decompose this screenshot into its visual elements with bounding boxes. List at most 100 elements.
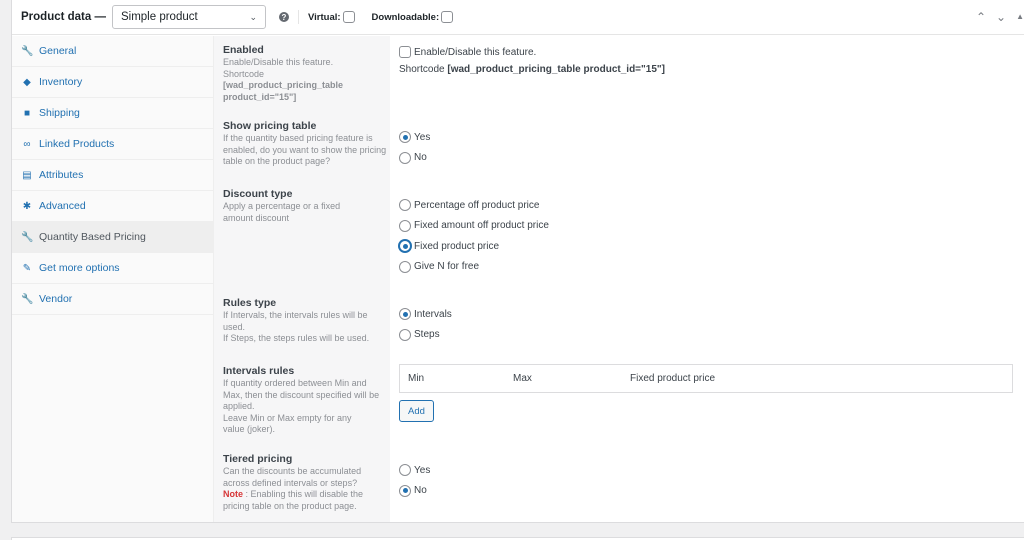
discount-type-option-percentage-off-product-price[interactable]: Percentage off product price (399, 195, 549, 216)
tab-get-more-options[interactable]: ✎ Get more options (12, 253, 213, 284)
tiered-pricing-option-yes[interactable]: Yes (399, 460, 430, 481)
tab-vendor[interactable]: 🔧 Vendor (12, 284, 213, 315)
discount-type-option-give-n-for-free[interactable]: Give N for free (399, 257, 549, 278)
radio-label: Give N for free (414, 261, 480, 273)
radio-button[interactable] (399, 260, 411, 273)
product-data-header: Product data — Simple product ⌄ ? Virtua… (12, 0, 1024, 35)
show-pricing-table-description: Show pricing table If the quantity based… (214, 120, 390, 168)
tab-attributes[interactable]: ▤ Attributes (12, 160, 213, 191)
tab-label: Get more options (39, 262, 120, 274)
chevron-down-icon: ⌄ (249, 11, 257, 22)
radio-button[interactable] (399, 219, 411, 232)
tab-label: Linked Products (39, 138, 115, 150)
radio-label: Yes (414, 131, 431, 143)
column-min: Min (408, 373, 425, 384)
list-icon: ▤ (22, 169, 32, 181)
product-data-tabs: 🔧 General ◆ Inventory ■ Shipping ∞ Linked Produ… (12, 36, 214, 522)
discount-type-option-fixed-amount-off-product-price[interactable]: Fixed amount off product price (399, 216, 549, 237)
question-circle-icon[interactable]: ? (278, 12, 289, 22)
radio-label: Intervals (414, 308, 452, 320)
tab-general[interactable]: 🔧 General (12, 36, 213, 67)
virtual-checkbox[interactable] (342, 11, 355, 23)
downloadable-checkbox[interactable] (441, 11, 454, 23)
show-pricing-table-radios: Yes No (399, 127, 430, 168)
radio-label: Percentage off product price (414, 199, 540, 211)
radio-button[interactable] (399, 308, 411, 321)
show-pricing-table-option-yes[interactable]: Yes (399, 127, 430, 148)
product-type-value: Simple product (120, 11, 198, 23)
plugin-icon: ✎ (22, 262, 32, 274)
radio-label: Steps (414, 329, 440, 341)
column-fixed-product-price: Fixed product price (630, 373, 716, 384)
tiered-pricing-radios: Yes No (399, 460, 430, 501)
intervals-rules-desc: If quantity ordered between Min and Max,… (223, 378, 380, 411)
shortcode-label: Shortcode (399, 64, 445, 75)
radio-button[interactable] (399, 484, 411, 497)
radio-label: No (414, 485, 427, 497)
column-max: Max (513, 373, 532, 384)
discount-type-option-fixed-product-price[interactable]: Fixed product price (399, 236, 549, 257)
add-rule-button[interactable]: Add (399, 400, 434, 422)
discount-type-title: Discount type (223, 188, 293, 200)
shortcode-value: [wad_product_pricing_table product_id="1… (447, 64, 665, 75)
show-pricing-table-title: Show pricing table (223, 120, 317, 132)
show-pricing-table-desc: If the quantity based pricing feature is… (223, 133, 387, 166)
rules-type-option-steps[interactable]: Steps (399, 325, 452, 346)
product-data-panel: Product data — Simple product ⌄ ? Virtua… (11, 0, 1024, 523)
tag-icon: ◆ (23, 76, 31, 88)
tab-inventory[interactable]: ◆ Inventory (12, 67, 213, 98)
move-down-icon[interactable]: ⌄ (996, 10, 1006, 24)
enabled-desc: Enable/Disable this feature. (223, 57, 334, 67)
wrench-icon: 🔧 (21, 45, 34, 57)
panel-title: Product data — (21, 11, 106, 23)
tiered-pricing-desc: Can the discounts be accumulated across … (223, 466, 362, 488)
radio-button[interactable] (399, 199, 411, 212)
tab-advanced[interactable]: ✱ Advanced (12, 191, 213, 222)
discount-type-radios: Percentage off product price Fixed amount… (399, 195, 549, 277)
tab-label: Quantity Based Pricing (39, 231, 146, 243)
enable-feature-option[interactable]: Enable/Disable this feature. (399, 44, 665, 60)
radio-label: Yes (414, 464, 431, 476)
tab-label: Vendor (39, 293, 73, 305)
collapse-toggle-icon[interactable]: ▲ (1016, 12, 1024, 24)
tab-label: General (39, 45, 77, 57)
rules-type-title: Rules type (223, 297, 277, 309)
radio-button[interactable] (399, 464, 411, 477)
rules-type-description: Rules type If Intervals, the intervals r… (214, 297, 390, 345)
shortcode-line: Shortcode [wad_product_pricing_table pro… (399, 64, 665, 75)
intervals-rules-joker: Leave Min or Max empty for any value (jo… (223, 412, 352, 435)
virtual-label-text: Virtual: (307, 11, 341, 23)
enable-feature-checkbox[interactable] (399, 46, 411, 58)
radio-button[interactable] (399, 240, 411, 253)
tab-label: Advanced (39, 200, 86, 212)
tiered-pricing-description: Tiered pricing Can the discounts be accu… (214, 453, 390, 512)
header-actions: ⌃ ⌄ ▲ (976, 10, 1024, 24)
intervals-rules-description: Intervals rules If quantity ordered betw… (214, 365, 390, 436)
tab-quantity-based-pricing[interactable]: 🔧 Quantity Based Pricing (12, 222, 213, 253)
product-type-select[interactable]: Simple product ⌄ (111, 5, 266, 29)
tab-shipping[interactable]: ■ Shipping (12, 98, 213, 129)
radio-button[interactable] (399, 151, 411, 164)
show-pricing-table-option-no[interactable]: No (399, 148, 430, 169)
discount-type-desc: Apply a percentage or a fixed amount dis… (223, 201, 341, 223)
discount-type-description: Discount type Apply a percentage or a fi… (214, 188, 390, 224)
rules-type-radios: Intervals Steps (399, 304, 452, 345)
tab-label: Shipping (39, 107, 80, 119)
virtual-checkbox-label[interactable]: Virtual: (308, 11, 355, 23)
rules-type-option-intervals[interactable]: Intervals (399, 304, 452, 325)
downloadable-label-text: Downloadable: (371, 11, 440, 23)
radio-button[interactable] (399, 131, 411, 144)
tab-linked-products[interactable]: ∞ Linked Products (12, 129, 213, 160)
radio-button[interactable] (399, 328, 411, 341)
enabled-control: Enable/Disable this feature. Shortcode [… (399, 44, 665, 75)
tiered-pricing-note: Note : Enabling this will disable the pr… (223, 489, 388, 512)
radio-label: Fixed product price (414, 240, 500, 252)
header-divider (297, 10, 299, 24)
move-up-icon[interactable]: ⌃ (976, 10, 986, 24)
downloadable-checkbox-label[interactable]: Downloadable: (372, 11, 454, 23)
field-descriptions: Enabled Enable/Disable this feature. Sho… (214, 36, 390, 522)
tab-label: Inventory (39, 76, 83, 88)
link-icon: ∞ (23, 138, 31, 150)
tiered-pricing-option-no[interactable]: No (399, 481, 430, 502)
enabled-title: Enabled (223, 44, 264, 56)
